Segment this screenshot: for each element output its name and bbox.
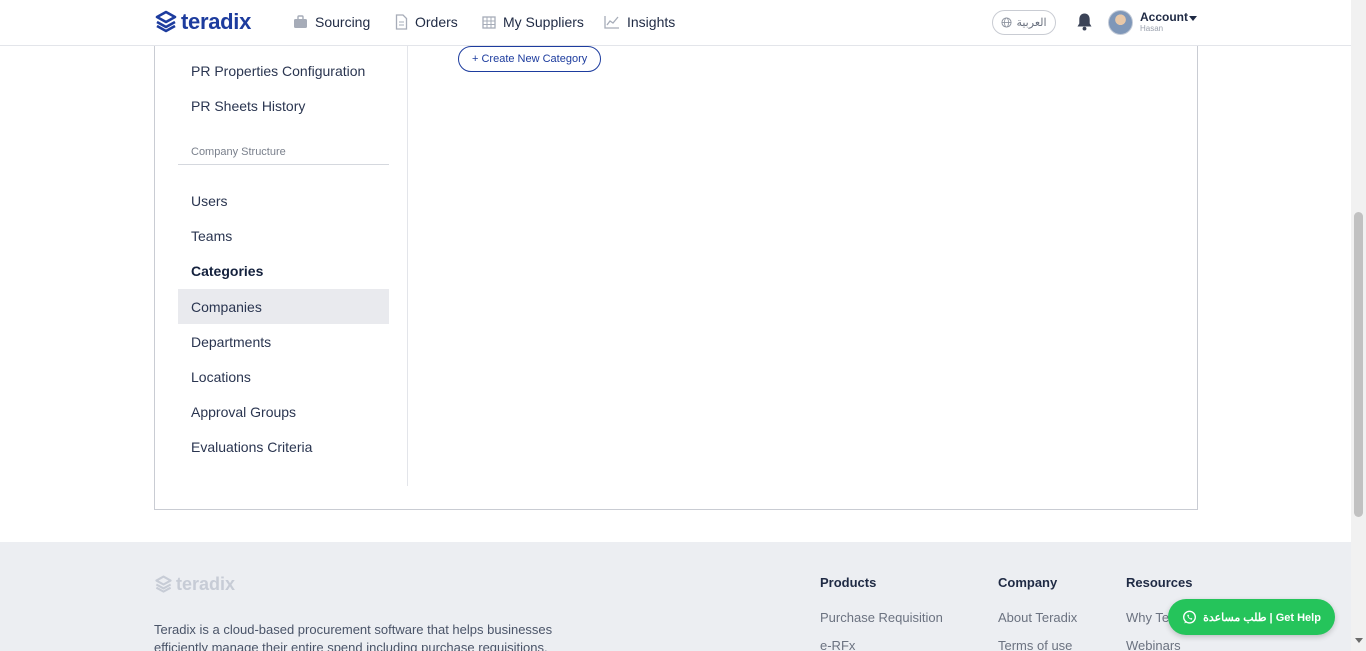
briefcase-icon <box>294 15 307 28</box>
footer-heading-company: Company <box>998 575 1058 590</box>
sidebar-item-evaluations-criteria[interactable]: Evaluations Criteria <box>178 429 389 464</box>
logo-text: teradix <box>181 9 252 34</box>
nav-my-suppliers[interactable]: My Suppliers <box>482 14 584 30</box>
footer-link-purchase-requisition[interactable]: Purchase Requisition <box>820 610 943 625</box>
footer-heading-products: Products <box>820 575 877 590</box>
scroll-down-arrow-icon[interactable] <box>1355 638 1363 643</box>
sidebar-item-departments[interactable]: Departments <box>178 324 389 359</box>
sidebar-item-teams[interactable]: Teams <box>178 218 389 253</box>
footer-link-e-rfx[interactable]: e-RFx <box>820 638 943 651</box>
settings-sidebar: PR Properties Configuration PR Sheets Hi… <box>155 46 408 486</box>
footer: teradix Teradix is a cloud-based procure… <box>0 542 1351 651</box>
account-label: Account <box>1140 10 1188 24</box>
footer-logo[interactable]: teradix <box>154 574 235 595</box>
notifications-button[interactable] <box>1076 12 1093 36</box>
account-menu[interactable]: Account Hasan <box>1140 11 1188 33</box>
chevron-down-icon[interactable] <box>1189 16 1197 21</box>
sidebar-item-approval-groups[interactable]: Approval Groups <box>178 394 389 429</box>
line-chart-icon <box>604 16 619 29</box>
bell-icon <box>1077 13 1092 31</box>
sidebar-item-pr-sheets-history[interactable]: PR Sheets History <box>178 88 389 123</box>
building-icon <box>482 16 496 29</box>
nav-sourcing-label: Sourcing <box>315 14 371 30</box>
footer-description: Teradix is a cloud-based procurement sof… <box>154 622 553 651</box>
whatsapp-icon <box>1183 610 1197 624</box>
get-help-label: طلب مساعدة | Get Help <box>1203 611 1321 624</box>
page-scrollbar[interactable] <box>1351 0 1366 651</box>
nav-orders[interactable]: Orders <box>395 14 458 30</box>
scrollbar-thumb[interactable] <box>1354 212 1363 517</box>
sidebar-item-categories[interactable]: Categories <box>178 253 389 288</box>
footer-link-about-teradix[interactable]: About Teradix <box>998 610 1077 625</box>
language-label: العربية <box>1016 17 1047 29</box>
footer-logo-text: teradix <box>176 574 236 594</box>
footer-link-terms-of-use[interactable]: Terms of use <box>998 638 1077 651</box>
teradix-logo[interactable]: teradix <box>154 9 251 35</box>
sidebar-item-companies[interactable]: Companies <box>178 289 389 324</box>
top-navbar: teradix Sourcing Orders My Suppliers Ins… <box>0 0 1351 46</box>
sidebar-item-locations[interactable]: Locations <box>178 359 389 394</box>
nav-orders-label: Orders <box>415 14 458 30</box>
section-title-company-structure: Company Structure <box>178 146 389 165</box>
sidebar-item-users[interactable]: Users <box>178 183 389 218</box>
footer-column-products: Products Purchase Requisition e-RFx <box>820 575 943 651</box>
account-username: Hasan <box>1140 24 1164 33</box>
teradix-logo-icon <box>155 575 172 593</box>
create-new-category-button[interactable]: + Create New Category <box>458 46 602 72</box>
sidebar-item-pr-properties-configuration[interactable]: PR Properties Configuration <box>178 53 389 88</box>
footer-column-company: Company About Teradix Terms of use <box>998 575 1077 651</box>
document-icon <box>395 14 408 30</box>
avatar[interactable] <box>1108 10 1133 35</box>
nav-sourcing[interactable]: Sourcing <box>293 14 370 30</box>
teradix-logo-icon <box>155 10 177 33</box>
nav-insights[interactable]: Insights <box>604 14 675 30</box>
nav-my-suppliers-label: My Suppliers <box>503 14 584 30</box>
footer-link-webinars[interactable]: Webinars <box>1126 638 1197 651</box>
settings-card: PR Properties Configuration PR Sheets Hi… <box>154 0 1198 510</box>
nav-insights-label: Insights <box>627 14 676 30</box>
footer-heading-resources: Resources <box>1126 575 1193 590</box>
get-help-button[interactable]: طلب مساعدة | Get Help <box>1168 599 1335 635</box>
language-switch-button[interactable]: العربية <box>992 10 1056 35</box>
globe-icon <box>1001 17 1013 28</box>
